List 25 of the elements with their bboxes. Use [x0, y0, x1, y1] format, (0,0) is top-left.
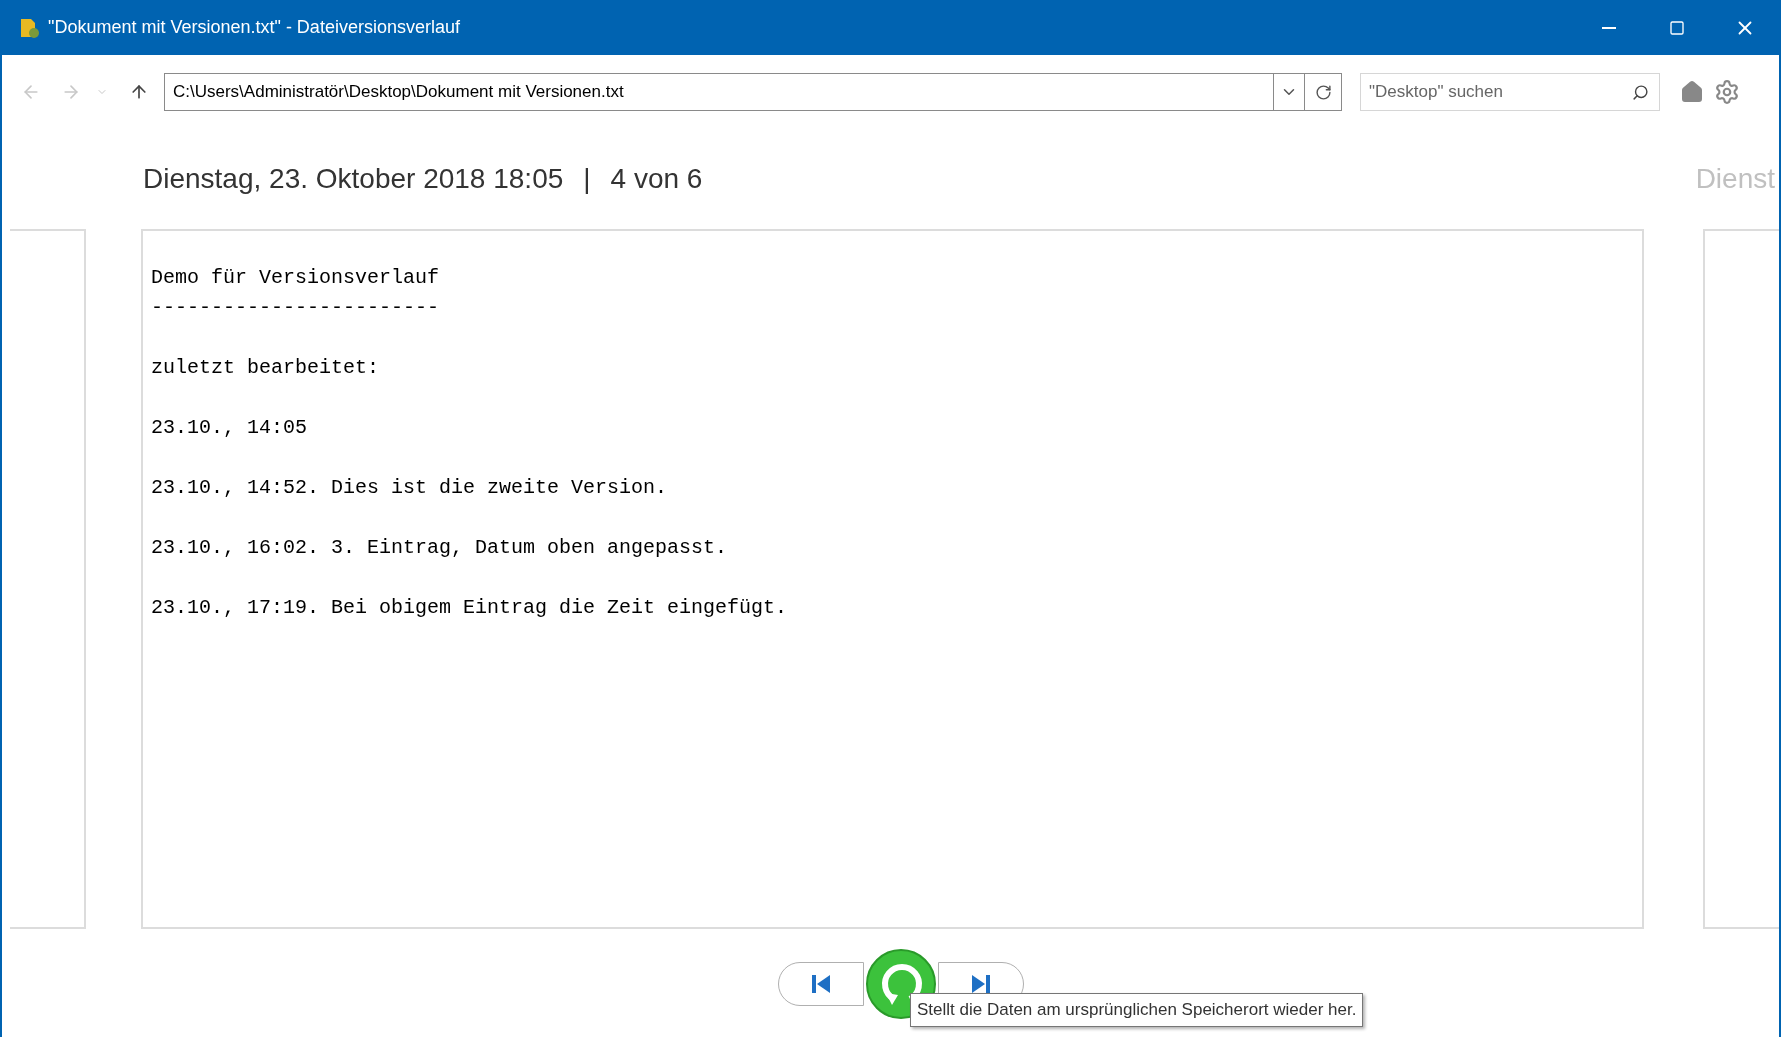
refresh-button[interactable]: [1304, 73, 1342, 111]
text-line: ------------------------: [151, 295, 440, 321]
skip-back-icon: [810, 973, 832, 995]
home-icon[interactable]: [1680, 80, 1704, 104]
window-title: "Dokument mit Versionen.txt" - Dateiversionsverlauf: [48, 16, 460, 39]
next-version-date: Dienst: [1695, 162, 1775, 196]
text-line: 23.10., 16:02. 3. Eintrag, Datum oben angepasst.: [151, 535, 728, 561]
tooltip: Stellt die Daten am ursprünglichen Speicherort wieder her.: [910, 993, 1364, 1027]
maximize-icon: [1669, 19, 1685, 36]
previous-version-button[interactable]: [778, 962, 864, 1006]
settings-icon[interactable]: [1714, 79, 1740, 105]
minimize-icon: [1602, 26, 1616, 29]
file-folder-icon: [18, 16, 40, 39]
text-line: zuletzt bearbeitet:: [151, 355, 380, 381]
address-field[interactable]: C:\Users\Administratör\Desktop\Dokument mit Versionen.txt: [164, 73, 1274, 111]
skip-forward-icon: [970, 973, 992, 995]
refresh-icon: [1314, 83, 1332, 101]
version-date: Dienstag, 23. Oktober 2018 18:05: [143, 162, 564, 196]
text-line: Demo für Versionsverlauf: [151, 265, 440, 291]
address-dropdown-button[interactable]: [1274, 73, 1304, 111]
text-line: 23.10., 14:52. Dies ist die zweite Version.: [151, 475, 668, 501]
text-line: 23.10., 17:19. Bei obigem Eintrag die Zeit eingefügt.: [151, 595, 788, 621]
separator: |: [583, 162, 591, 196]
text-line: 23.10., 14:05: [151, 415, 308, 441]
version-position: 4 von 6: [610, 162, 703, 196]
